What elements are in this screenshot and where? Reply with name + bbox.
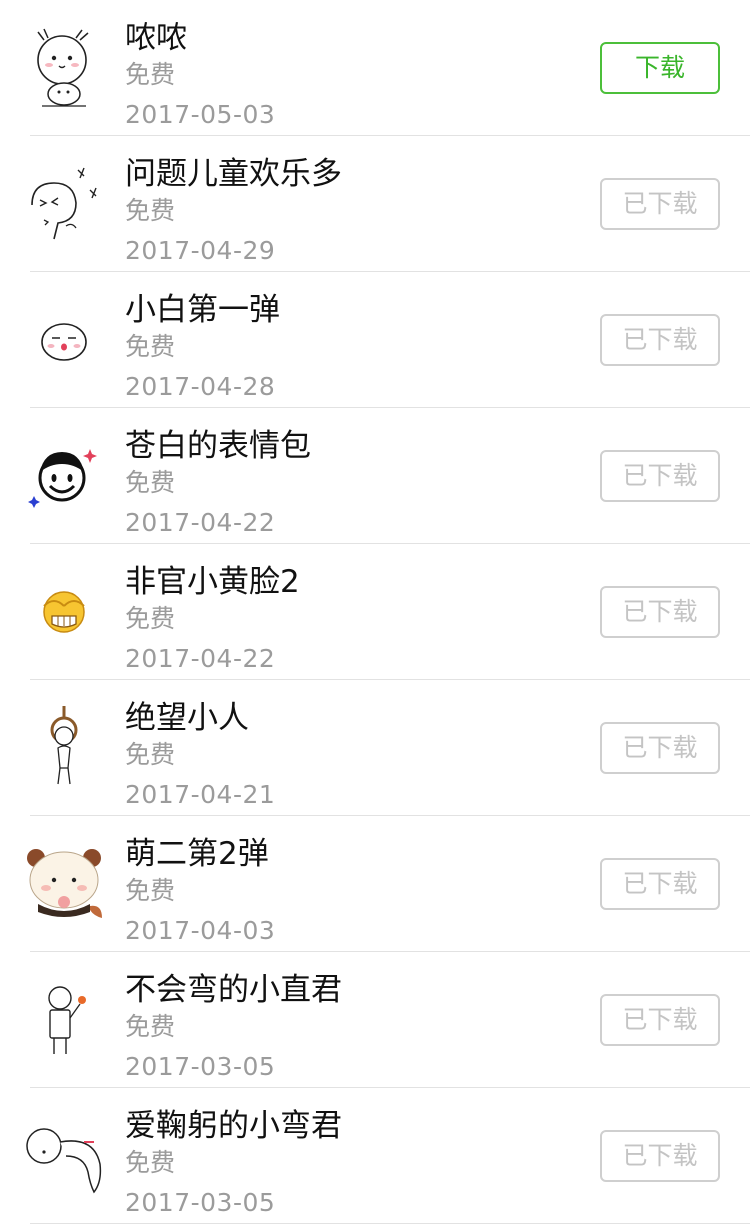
sticker-date: 2017-04-28: [125, 372, 276, 401]
list-item[interactable]: 爱鞠躬的小弯君免费 2017-03-05 已下载: [0, 1088, 750, 1224]
sticker-price: 免费: [125, 196, 176, 225]
sticker-title: 不会弯的小直君: [125, 972, 342, 1008]
sticker-title: 问题儿童欢乐多: [125, 156, 342, 192]
sticker-price: 免费: [125, 468, 176, 497]
yellow-face-sticker-icon: [22, 568, 108, 654]
sticker-price: 免费: [125, 604, 176, 633]
sticker-title: 爱鞠躬的小弯君: [125, 1108, 342, 1144]
downloaded-button[interactable]: 已下载: [600, 858, 720, 910]
sticker-date: 2017-04-21: [125, 780, 276, 809]
sticker-title: 非官小黄脸2: [125, 564, 300, 600]
downloaded-button[interactable]: 已下载: [600, 450, 720, 502]
bowing-figure-sticker-icon: [22, 1112, 108, 1198]
list-item[interactable]: 不会弯的小直君免费 2017-03-05 已下载: [0, 952, 750, 1088]
sticker-title: 苍白的表情包: [125, 428, 311, 464]
downloaded-button[interactable]: 已下载: [600, 314, 720, 366]
sticker-price: 免费: [125, 740, 176, 769]
sticker-date: 2017-04-22: [125, 508, 276, 537]
hanging-figure-sticker-icon: [22, 704, 108, 790]
sticker-title: 萌二第2弹: [125, 836, 269, 872]
stick-figure-sticker-icon: [22, 976, 108, 1062]
sticker-price: 免费: [125, 876, 176, 905]
sticker-title: 哝哝: [125, 20, 187, 56]
sticker-date: 2017-04-22: [125, 644, 276, 673]
panda-bear-sticker-icon: [22, 840, 108, 926]
downloaded-button[interactable]: 已下载: [600, 1130, 720, 1182]
list-item[interactable]: 绝望小人免费 2017-04-21 已下载: [0, 680, 750, 816]
list-item[interactable]: 苍白的表情包免费 2017-04-22 已下载: [0, 408, 750, 544]
downloaded-button[interactable]: 已下载: [600, 586, 720, 638]
downloaded-button[interactable]: 已下载: [600, 178, 720, 230]
sticker-date: 2017-04-29: [125, 236, 276, 265]
sticker-date: 2017-05-03: [125, 100, 276, 129]
sticker-price: 免费: [125, 60, 176, 89]
sticker-date: 2017-04-03: [125, 916, 276, 945]
downloaded-button[interactable]: 已下载: [600, 722, 720, 774]
bun-girl-sticker-icon: [22, 24, 108, 110]
sticker-title: 绝望小人: [125, 700, 249, 736]
doodle-face-sticker-icon: [22, 160, 108, 246]
sticker-price: 免费: [125, 332, 176, 361]
sticker-price: 免费: [125, 1148, 176, 1177]
white-blob-sticker-icon: [22, 296, 108, 382]
downloaded-button[interactable]: 已下载: [600, 994, 720, 1046]
sticker-date: 2017-03-05: [125, 1188, 276, 1217]
list-item[interactable]: 萌二第2弹免费 2017-04-03 已下载: [0, 816, 750, 952]
sticker-title: 小白第一弹: [125, 292, 280, 328]
list-item[interactable]: 哝哝免费 2017-05-03 下载: [0, 0, 750, 136]
sticker-date: 2017-03-05: [125, 1052, 276, 1081]
smiley-hair-sticker-icon: [22, 432, 108, 518]
download-button[interactable]: 下载: [600, 42, 720, 94]
list-item[interactable]: 非官小黄脸2 免费 2017-04-22 已下载: [0, 544, 750, 680]
list-item[interactable]: 问题儿童欢乐多免费 2017-04-29 已下载: [0, 136, 750, 272]
sticker-price: 免费: [125, 1012, 176, 1041]
list-item[interactable]: 小白第一弹免费 2017-04-28 已下载: [0, 272, 750, 408]
